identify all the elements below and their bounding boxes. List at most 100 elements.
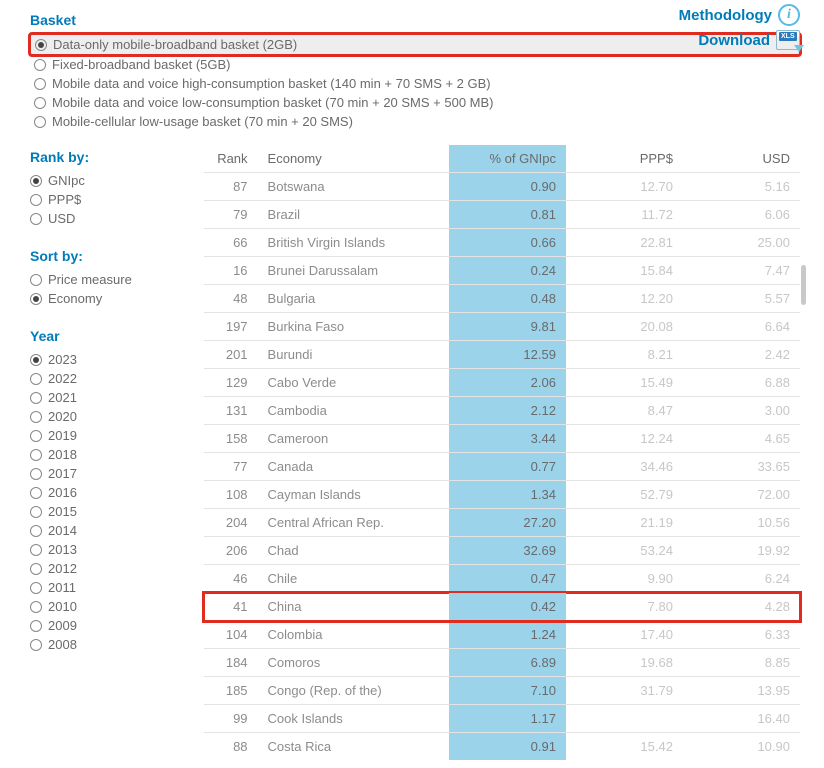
basket-label: Mobile-cellular low-usage basket (70 min…	[52, 114, 353, 129]
table-row[interactable]: 66British Virgin Islands0.6622.8125.00	[204, 229, 800, 257]
year-label: 2022	[48, 371, 77, 386]
info-icon: i	[778, 4, 800, 26]
col-rank[interactable]: Rank	[204, 145, 258, 173]
year-option[interactable]: 2013	[30, 540, 180, 559]
col-ppp[interactable]: PPP$	[566, 145, 683, 173]
cell-economy: Burundi	[258, 341, 449, 369]
sort-by-options: Price measureEconomy	[30, 270, 180, 308]
cell-gni: 9.81	[449, 313, 566, 341]
year-option[interactable]: 2019	[30, 426, 180, 445]
table-row[interactable]: 77Canada0.7734.4633.65	[204, 453, 800, 481]
year-option[interactable]: 2023	[30, 350, 180, 369]
year-option[interactable]: 2014	[30, 521, 180, 540]
table-row[interactable]: 87Botswana0.9012.705.16	[204, 173, 800, 201]
table-row[interactable]: 41China0.427.804.28	[204, 593, 800, 621]
basket-option[interactable]: Mobile-cellular low-usage basket (70 min…	[30, 112, 800, 131]
methodology-link[interactable]: Methodology i	[679, 4, 800, 26]
cell-gni: 6.89	[449, 649, 566, 677]
table-row[interactable]: 184Comoros6.8919.688.85	[204, 649, 800, 677]
year-option[interactable]: 2011	[30, 578, 180, 597]
table-row[interactable]: 197Burkina Faso9.8120.086.64	[204, 313, 800, 341]
radio-icon	[34, 78, 46, 90]
cell-economy: Colombia	[258, 621, 449, 649]
sort-by-option[interactable]: Economy	[30, 289, 180, 308]
cell-economy: Brunei Darussalam	[258, 257, 449, 285]
year-option[interactable]: 2021	[30, 388, 180, 407]
table-row[interactable]: 88Costa Rica0.9115.4210.90	[204, 733, 800, 761]
basket-option[interactable]: Fixed-broadband basket (5GB)	[30, 55, 800, 74]
year-option[interactable]: 2016	[30, 483, 180, 502]
cell-rank: 201	[204, 341, 258, 369]
radio-icon	[30, 468, 42, 480]
xls-icon: XLS	[776, 30, 800, 50]
table-row[interactable]: 158Cameroon3.4412.244.65	[204, 425, 800, 453]
radio-icon	[30, 293, 42, 305]
sort-by-option[interactable]: Price measure	[30, 270, 180, 289]
radio-icon	[30, 392, 42, 404]
basket-option[interactable]: Mobile data and voice high-consumption b…	[30, 74, 800, 93]
cell-rank: 158	[204, 425, 258, 453]
data-table: Rank Economy % of GNIpc PPP$ USD 87Botsw…	[204, 145, 800, 760]
table-row[interactable]: 201Burundi12.598.212.42	[204, 341, 800, 369]
cell-ppp: 15.42	[566, 733, 683, 761]
table-row[interactable]: 185Congo (Rep. of the)7.1031.7913.95	[204, 677, 800, 705]
year-options: 2023 2022 2021 2020 2019 2018 2017201620152014…	[30, 350, 180, 654]
year-option[interactable]: 2015	[30, 502, 180, 521]
cell-ppp: 31.79	[566, 677, 683, 705]
table-row[interactable]: 99Cook Islands1.1716.40	[204, 705, 800, 733]
radio-icon	[30, 175, 42, 187]
year-option[interactable]: 2009	[30, 616, 180, 635]
cell-gni: 0.90	[449, 173, 566, 201]
table-row[interactable]: 204Central African Rep.27.2021.1910.56	[204, 509, 800, 537]
rank-by-option[interactable]: GNIpc	[30, 171, 180, 190]
col-gni[interactable]: % of GNIpc	[449, 145, 566, 173]
cell-usd: 6.64	[683, 313, 800, 341]
cell-economy: Cabo Verde	[258, 369, 449, 397]
table-row[interactable]: 129Cabo Verde2.0615.496.88	[204, 369, 800, 397]
year-option[interactable]: 2012	[30, 559, 180, 578]
cell-economy: Cook Islands	[258, 705, 449, 733]
table-row[interactable]: 79Brazil0.8111.726.06	[204, 201, 800, 229]
cell-economy: Cameroon	[258, 425, 449, 453]
cell-ppp: 15.49	[566, 369, 683, 397]
cell-rank: 197	[204, 313, 258, 341]
year-label: 2020	[48, 409, 77, 424]
cell-gni: 2.06	[449, 369, 566, 397]
basket-option[interactable]: Mobile data and voice low-consumption ba…	[30, 93, 800, 112]
cell-economy: Central African Rep.	[258, 509, 449, 537]
year-option[interactable]: 2008	[30, 635, 180, 654]
cell-economy: China	[258, 593, 449, 621]
table-row[interactable]: 108Cayman Islands1.3452.7972.00	[204, 481, 800, 509]
year-option[interactable]: 2020	[30, 407, 180, 426]
cell-gni: 32.69	[449, 537, 566, 565]
cell-economy: Cambodia	[258, 397, 449, 425]
rank-by-option[interactable]: PPP$	[30, 190, 180, 209]
cell-rank: 185	[204, 677, 258, 705]
cell-rank: 66	[204, 229, 258, 257]
cell-rank: 104	[204, 621, 258, 649]
rank-by-option[interactable]: USD	[30, 209, 180, 228]
table-row[interactable]: 131Cambodia2.128.473.00	[204, 397, 800, 425]
cell-economy: Bulgaria	[258, 285, 449, 313]
table-row[interactable]: 104Colombia1.2417.406.33	[204, 621, 800, 649]
cell-rank: 129	[204, 369, 258, 397]
table-row[interactable]: 16Brunei Darussalam0.2415.847.47	[204, 257, 800, 285]
table-row[interactable]: 48Bulgaria0.4812.205.57	[204, 285, 800, 313]
year-option[interactable]: 2017	[30, 464, 180, 483]
cell-gni: 0.77	[449, 453, 566, 481]
year-option[interactable]: 2010	[30, 597, 180, 616]
year-option[interactable]: 2022	[30, 369, 180, 388]
col-economy[interactable]: Economy	[258, 145, 449, 173]
table-row[interactable]: 46Chile0.479.906.24	[204, 565, 800, 593]
download-link[interactable]: Download XLS	[698, 30, 800, 50]
radio-icon	[30, 411, 42, 423]
scrollbar-thumb[interactable]	[801, 265, 806, 305]
cell-economy: Burkina Faso	[258, 313, 449, 341]
year-label: 2018	[48, 447, 77, 462]
col-usd[interactable]: USD	[683, 145, 800, 173]
cell-ppp: 19.68	[566, 649, 683, 677]
year-label: 2010	[48, 599, 77, 614]
table-row[interactable]: 206Chad32.6953.2419.92	[204, 537, 800, 565]
cell-gni: 0.66	[449, 229, 566, 257]
year-option[interactable]: 2018	[30, 445, 180, 464]
